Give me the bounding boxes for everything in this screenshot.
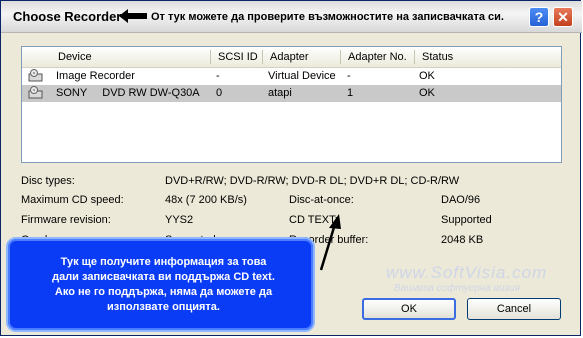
disc-types-value: DVD+R/RW; DVD-R/RW; DVD-R DL; DVD+R DL; … [165, 175, 460, 187]
adapter-no: - [347, 70, 351, 82]
column-header-device[interactable]: Device [58, 51, 92, 63]
device-name: Image Recorder [56, 70, 135, 82]
close-button[interactable]: ✕ [553, 7, 573, 27]
window-title: Choose Recorder [13, 9, 122, 24]
buffer-value: 2048 KB [441, 234, 484, 246]
status: OK [419, 70, 435, 82]
ok-button[interactable]: OK [362, 298, 456, 320]
recorder-list[interactable]: Device SCSI ID Adapter Adapter No. Statu… [21, 46, 562, 163]
max-speed-label: Maximum CD speed: [21, 194, 124, 206]
column-header-status[interactable]: Status [422, 51, 453, 63]
firmware-label: Firmware revision: [21, 214, 111, 226]
watermark-subtitle: Вашата софтуерна визия [394, 283, 520, 294]
list-item[interactable]: Image Recorder - Virtual Device - OK [22, 68, 561, 85]
close-icon: ✕ [557, 8, 569, 25]
recorder-icon [28, 69, 43, 82]
disc-types-label: Disc types: [21, 175, 75, 187]
column-header-scsi-id[interactable]: SCSI ID [218, 51, 258, 63]
scsi-id: 0 [216, 87, 223, 99]
title-bar[interactable]: Choose Recorder От тук можете да провери… [1, 1, 582, 33]
max-speed-value: 48x (7 200 KB/s) [165, 194, 247, 206]
list-item-selected[interactable]: SONY DVD RW DW-Q30A 0 atapi 1 OK [22, 85, 561, 102]
adapter: Virtual Device [268, 70, 336, 82]
left-arrow-icon [119, 9, 147, 23]
callout-text: Тук ще получите информация за това дали … [52, 256, 275, 313]
pointer-arrow-icon [319, 214, 341, 271]
column-header-adapter-no[interactable]: Adapter No. [348, 51, 407, 63]
list-header: Device SCSI ID Adapter Adapter No. Statu… [22, 47, 561, 68]
adapter: atapi [268, 87, 292, 99]
status: OK [419, 87, 435, 99]
cd-text-value: Supported [441, 214, 492, 226]
firmware-value: YYS2 [165, 214, 194, 226]
title-annotation: От тук можете да проверите възможностите… [151, 11, 504, 23]
watermark: www.SoftVisia.com [386, 263, 548, 282]
info-callout: Тук ще получите информация за това дали … [6, 237, 315, 332]
column-header-adapter[interactable]: Adapter [270, 51, 309, 63]
help-icon: ? [534, 9, 544, 25]
help-button[interactable]: ? [529, 7, 549, 27]
adapter-no: 1 [347, 87, 354, 99]
device-name: SONY DVD RW DW-Q30A [56, 87, 200, 99]
recorder-icon [28, 86, 43, 99]
scsi-id: - [216, 70, 220, 82]
disc-at-once-label: Disc-at-once: [289, 194, 354, 206]
cancel-button[interactable]: Cancel [467, 298, 561, 320]
disc-at-once-value: DAO/96 [441, 194, 481, 206]
